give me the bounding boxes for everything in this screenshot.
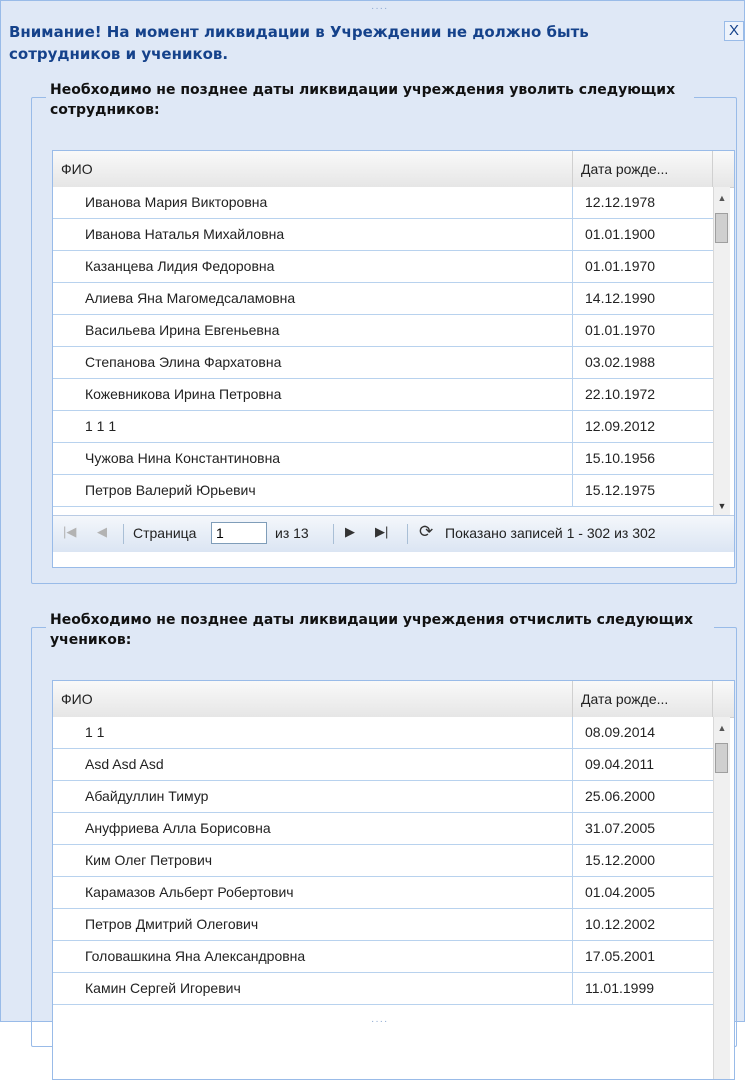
table-row[interactable]: Ануфриева Алла Борисовна 31.07.2005 xyxy=(53,813,713,845)
close-button[interactable]: X xyxy=(724,21,744,41)
table-row[interactable]: Иванова Мария Викторовна 12.12.1978 xyxy=(53,187,713,219)
cell-birthdate: 09.04.2011 xyxy=(585,756,655,772)
cell-birthdate: 01.01.1970 xyxy=(585,258,656,274)
page-number-input[interactable] xyxy=(211,522,267,544)
cell-birthdate: 01.01.1970 xyxy=(585,322,656,338)
table-row[interactable]: Васильева Ирина Евгеньевна 01.01.1970 xyxy=(53,315,713,347)
table-row[interactable]: 1 1 08.09.2014 xyxy=(53,717,713,749)
students-grid-header: ФИО Дата рожде... xyxy=(53,681,734,718)
resize-handle-bottom[interactable]: ···· xyxy=(371,1016,388,1027)
cell-birthdate: 22.10.1972 xyxy=(585,386,656,402)
cell-fio: Камин Сергей Игоревич xyxy=(53,973,573,1004)
table-row[interactable]: Степанова Элина Фархатовна 03.02.1988 xyxy=(53,347,713,379)
employees-grid-header: ФИО Дата рожде... xyxy=(53,151,734,188)
cell-fio: Алиева Яна Магомедсаламовна xyxy=(53,283,573,314)
table-row[interactable]: Чужова Нина Константиновна 15.10.1956 xyxy=(53,443,713,475)
cell-birthdate: 15.10.1956 xyxy=(585,450,656,466)
cell-birthdate: 10.12.2002 xyxy=(585,916,656,932)
table-row[interactable]: Ким Олег Петрович 15.12.2000 xyxy=(53,845,713,877)
column-header-birthdate[interactable]: Дата рожде... xyxy=(573,681,713,717)
table-row[interactable]: Абайдуллин Тимур 25.06.2000 xyxy=(53,781,713,813)
page-label: Страница xyxy=(133,525,197,541)
pager-separator xyxy=(123,524,124,544)
scroll-down-icon[interactable]: ▼ xyxy=(714,499,730,513)
refresh-icon[interactable]: ⟳ xyxy=(419,522,433,542)
cell-fio: Ким Олег Петрович xyxy=(53,845,573,876)
cell-birthdate: 17.05.2001 xyxy=(585,948,656,964)
cell-fio: Головашкина Яна Александровна xyxy=(53,941,573,972)
cell-fio: Абайдуллин Тимур xyxy=(53,781,573,812)
table-row[interactable]: Карамазов Альберт Робертович 01.04.2005 xyxy=(53,877,713,909)
column-header-fio[interactable]: ФИО xyxy=(53,151,573,187)
employees-legend: Необходимо не позднее даты ликвидации уч… xyxy=(46,80,694,120)
table-row[interactable]: Петров Валерий Юрьевич 15.12.1975 xyxy=(53,475,713,507)
cell-birthdate: 01.04.2005 xyxy=(585,884,656,900)
cell-fio: 1 1 1 xyxy=(53,411,573,442)
cell-birthdate: 08.09.2014 xyxy=(585,724,656,740)
liquidation-warning-dialog: ···· Внимание! На момент ликвидации в Уч… xyxy=(0,0,745,1080)
table-row[interactable]: Asd Asd Asd 09.04.2011 xyxy=(53,749,713,781)
employees-fieldset: Необходимо не позднее даты ликвидации уч… xyxy=(31,80,737,584)
table-row[interactable]: Алиева Яна Магомедсаламовна 14.12.1990 xyxy=(53,283,713,315)
cell-fio: Васильева Ирина Евгеньевна xyxy=(53,315,573,346)
scroll-thumb[interactable] xyxy=(715,213,728,243)
cell-fio: 1 1 xyxy=(53,717,573,748)
records-summary: Показано записей 1 - 302 из 302 xyxy=(445,525,656,541)
cell-birthdate: 12.09.2012 xyxy=(585,418,656,434)
cell-fio: Петров Валерий Юрьевич xyxy=(53,475,573,506)
cell-birthdate: 11.01.1999 xyxy=(585,980,655,996)
cell-birthdate: 15.12.1975 xyxy=(585,482,656,498)
table-row[interactable]: 1 1 1 12.09.2012 xyxy=(53,411,713,443)
employees-scrollbar[interactable]: ▲ ▼ xyxy=(713,187,730,515)
cell-fio: Иванова Мария Викторовна xyxy=(53,187,573,218)
scroll-up-icon[interactable]: ▲ xyxy=(714,191,730,205)
table-row[interactable]: Казанцева Лидия Федоровна 01.01.1970 xyxy=(53,251,713,283)
cell-fio: Петров Дмитрий Олегович xyxy=(53,909,573,940)
students-legend: Необходимо не позднее даты ликвидации уч… xyxy=(46,610,714,650)
cell-fio: Кожевникова Ирина Петровна xyxy=(53,379,573,410)
cell-fio: Asd Asd Asd xyxy=(53,749,573,780)
cell-birthdate: 12.12.1978 xyxy=(585,194,656,210)
last-page-icon[interactable]: ▶| xyxy=(375,524,388,540)
cell-fio: Карамазов Альберт Робертович xyxy=(53,877,573,908)
prev-page-icon[interactable]: ◀ xyxy=(97,524,107,540)
employees-pager: |◀ ◀ Страница из 13 ▶ ▶| ⟳ Показано запи… xyxy=(53,515,734,552)
students-fieldset: Необходимо не позднее даты ликвидации уч… xyxy=(31,610,737,1080)
pager-separator xyxy=(407,524,408,544)
students-scrollbar[interactable]: ▲ xyxy=(713,717,730,1079)
table-row[interactable]: Камин Сергей Игоревич 11.01.1999 xyxy=(53,973,713,1005)
students-grid: ФИО Дата рожде... 1 1 08.09.2014 Asd Asd A… xyxy=(52,680,735,1080)
cell-fio: Иванова Наталья Михайловна xyxy=(53,219,573,250)
cell-fio: Казанцева Лидия Федоровна xyxy=(53,251,573,282)
employees-grid: ФИО Дата рожде... Иванова Мария Викторов… xyxy=(52,150,735,568)
next-page-icon[interactable]: ▶ xyxy=(345,524,355,540)
cell-birthdate: 31.07.2005 xyxy=(585,820,656,836)
cell-fio: Чужова Нина Константиновна xyxy=(53,443,573,474)
column-header-fio[interactable]: ФИО xyxy=(53,681,573,717)
page-count-label: из 13 xyxy=(275,525,309,541)
cell-birthdate: 01.01.1900 xyxy=(585,226,656,242)
dialog-title: Внимание! На момент ликвидации в Учрежде… xyxy=(9,23,589,63)
resize-handle-top[interactable]: ···· xyxy=(371,3,388,14)
cell-birthdate: 25.06.2000 xyxy=(585,788,656,804)
pager-separator xyxy=(333,524,334,544)
cell-birthdate: 03.02.1988 xyxy=(585,354,656,370)
cell-fio: Ануфриева Алла Борисовна xyxy=(53,813,573,844)
table-row[interactable]: Кожевникова Ирина Петровна 22.10.1972 xyxy=(53,379,713,411)
scroll-up-icon[interactable]: ▲ xyxy=(714,721,730,735)
table-row[interactable]: Головашкина Яна Александровна 17.05.2001 xyxy=(53,941,713,973)
first-page-icon[interactable]: |◀ xyxy=(63,524,76,540)
table-row[interactable]: Иванова Наталья Михайловна 01.01.1900 xyxy=(53,219,713,251)
cell-birthdate: 14.12.1990 xyxy=(585,290,656,306)
scroll-thumb[interactable] xyxy=(715,743,728,773)
cell-fio: Степанова Элина Фархатовна xyxy=(53,347,573,378)
table-row[interactable]: Петров Дмитрий Олегович 10.12.2002 xyxy=(53,909,713,941)
column-header-birthdate[interactable]: Дата рожде... xyxy=(573,151,713,187)
cell-birthdate: 15.12.2000 xyxy=(585,852,656,868)
